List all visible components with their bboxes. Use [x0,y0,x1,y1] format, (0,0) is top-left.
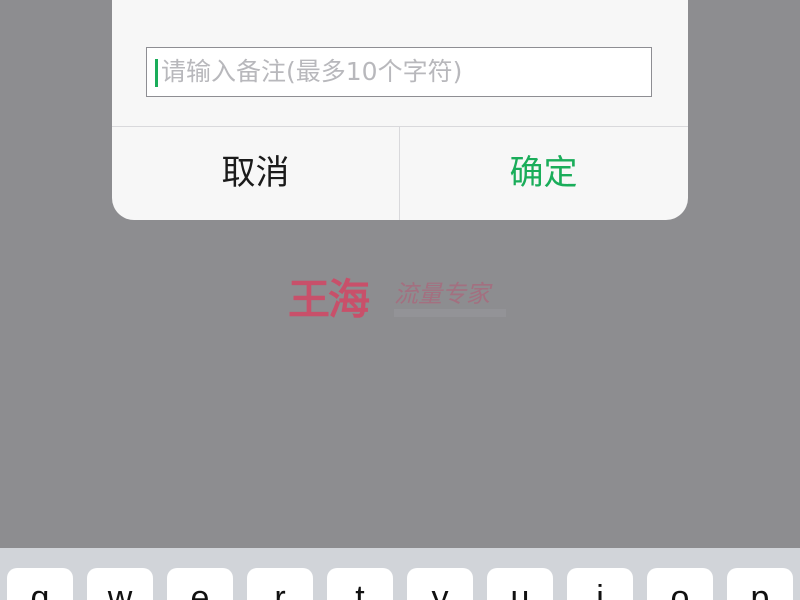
add-note-dialog: 请输入备注(最多10个字符) 取消 确定 [112,0,688,220]
key-t[interactable]: t [327,568,393,600]
note-input-placeholder: 请输入备注(最多10个字符) [161,57,463,86]
dialog-title [112,0,688,10]
key-r[interactable]: r [247,568,313,600]
key-w[interactable]: w [87,568,153,600]
key-o[interactable]: o [647,568,713,600]
text-cursor [155,59,158,87]
key-i[interactable]: i [567,568,633,600]
watermark: 王海 流量专家 [288,276,518,328]
key-u[interactable]: u [487,568,553,600]
note-input[interactable]: 请输入备注(最多10个字符) [146,47,652,97]
confirm-button[interactable]: 确定 [400,127,687,220]
screen: 请输入备注(最多10个字符) 取消 确定 王海 流量专家 q w e r t y… [0,0,800,600]
watermark-bar [394,309,506,317]
key-y[interactable]: y [407,568,473,600]
cancel-button[interactable]: 取消 [112,127,399,220]
key-q[interactable]: q [7,568,73,600]
watermark-tagline: 流量专家 [394,280,490,308]
keyboard: q w e r t y u i o p [0,548,800,600]
key-p[interactable]: p [727,568,793,600]
watermark-logo: 王海 [288,275,370,324]
key-e[interactable]: e [167,568,233,600]
